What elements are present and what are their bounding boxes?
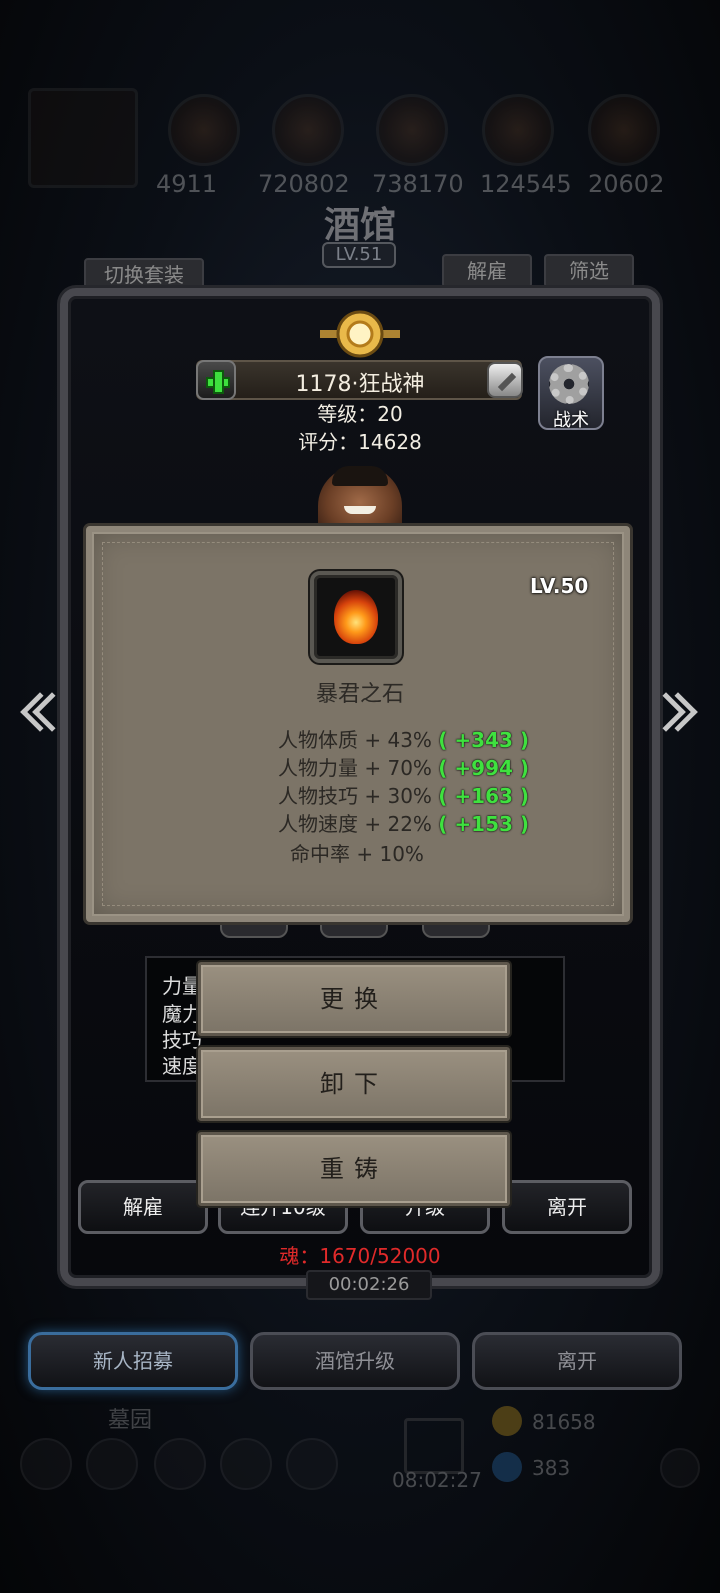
edit-icon[interactable]: [487, 362, 523, 398]
item-attribute: 人物力量 + 70% ( +994 ): [278, 752, 529, 781]
unequip-button[interactable]: 卸下: [198, 1047, 510, 1121]
tavern-title: 酒馆: [323, 204, 396, 246]
resource-icon: [168, 94, 240, 166]
attribute-text: 人物速度 + 22%: [278, 812, 432, 836]
attribute-bonus: ( +163 ): [438, 784, 530, 808]
resource-icon: [588, 94, 660, 166]
stat-label: 魔力: [162, 1002, 202, 1026]
resource-icon: [376, 94, 448, 166]
resource-value: 4911: [156, 170, 218, 198]
resource-value: 720802: [258, 170, 350, 198]
emblem-icon: [320, 310, 400, 358]
dismiss-header-button[interactable]: 解雇: [442, 254, 532, 288]
leave-button[interactable]: 离开: [502, 1180, 632, 1234]
soul-counter: 魂：1670/52000: [279, 1244, 441, 1268]
stat-label: 力量: [162, 974, 202, 998]
attribute-text: 人物体质 + 43%: [278, 728, 432, 752]
dock-icon[interactable]: [286, 1438, 338, 1490]
tab-recruit[interactable]: 新人招募: [28, 1332, 238, 1390]
plus-icon[interactable]: [660, 1448, 700, 1488]
attribute-text: 命中率 + 10%: [290, 842, 424, 866]
item-level: LV.50: [530, 574, 589, 598]
filter-button[interactable]: 筛选: [544, 254, 634, 288]
attribute-text: 人物技巧 + 30%: [278, 784, 432, 808]
prev-arrow-icon[interactable]: [12, 690, 72, 746]
resource-value: 124545: [480, 170, 572, 198]
resource-icon: [272, 94, 344, 166]
gold-icon: [492, 1406, 522, 1436]
hero-level: 等级：20: [317, 402, 403, 426]
attribute-bonus: ( +153 ): [438, 812, 530, 836]
stat-label: 技巧: [162, 1028, 202, 1052]
replace-button[interactable]: 更换: [198, 962, 510, 1036]
resource-icon: [482, 94, 554, 166]
reforge-button[interactable]: 重铸: [198, 1132, 510, 1206]
dock-icon[interactable]: [20, 1438, 72, 1490]
dock-icon[interactable]: [154, 1438, 206, 1490]
cemetery-label: 墓园: [108, 1408, 153, 1433]
attribute-bonus: ( +994 ): [438, 756, 530, 780]
fire-stone-icon: [334, 590, 378, 644]
attribute-bonus: ( +343 ): [438, 728, 530, 752]
hero-name: 1178·狂战神: [295, 372, 425, 397]
hero-score: 评分：14628: [298, 430, 422, 454]
item-attribute: 人物体质 + 43% ( +343 ): [278, 724, 529, 753]
gift-icon[interactable]: [404, 1418, 464, 1474]
gem-icon: [492, 1452, 522, 1482]
dock-timer: 08:02:27: [392, 1468, 482, 1492]
dock-icon[interactable]: [86, 1438, 138, 1490]
attribute-text: 人物力量 + 70%: [278, 756, 432, 780]
recruit-timer: 00:02:26: [306, 1270, 432, 1300]
resource-value: 20602: [588, 170, 665, 198]
gem-value: 383: [532, 1456, 571, 1480]
tab-leave[interactable]: 离开: [472, 1332, 682, 1390]
switch-set-button[interactable]: 切换套装: [84, 258, 204, 292]
item-attribute: 人物速度 + 22% ( +153 ): [278, 808, 529, 837]
dismiss-button[interactable]: 解雇: [78, 1180, 208, 1234]
tavern-level: LV.51: [322, 242, 396, 268]
bottom-dock: 墓园 08:02:27 81658 383: [0, 1400, 720, 1520]
dock-icon[interactable]: [220, 1438, 272, 1490]
resource-value: 738170: [372, 170, 464, 198]
resource-bar: 4911 720802 738170 124545 20602: [0, 80, 720, 200]
item-attribute: 命中率 + 10%: [290, 838, 424, 867]
hero-slot: [28, 88, 138, 188]
next-arrow-icon[interactable]: [646, 690, 698, 746]
hero-portrait: [318, 466, 402, 532]
item-attribute: 人物技巧 + 30% ( +163 ): [278, 780, 529, 809]
gold-value: 81658: [532, 1410, 596, 1434]
item-name: 暴君之石: [315, 682, 404, 707]
tab-tavern-upgrade[interactable]: 酒馆升级: [250, 1332, 460, 1390]
stat-label: 速度: [162, 1054, 202, 1078]
